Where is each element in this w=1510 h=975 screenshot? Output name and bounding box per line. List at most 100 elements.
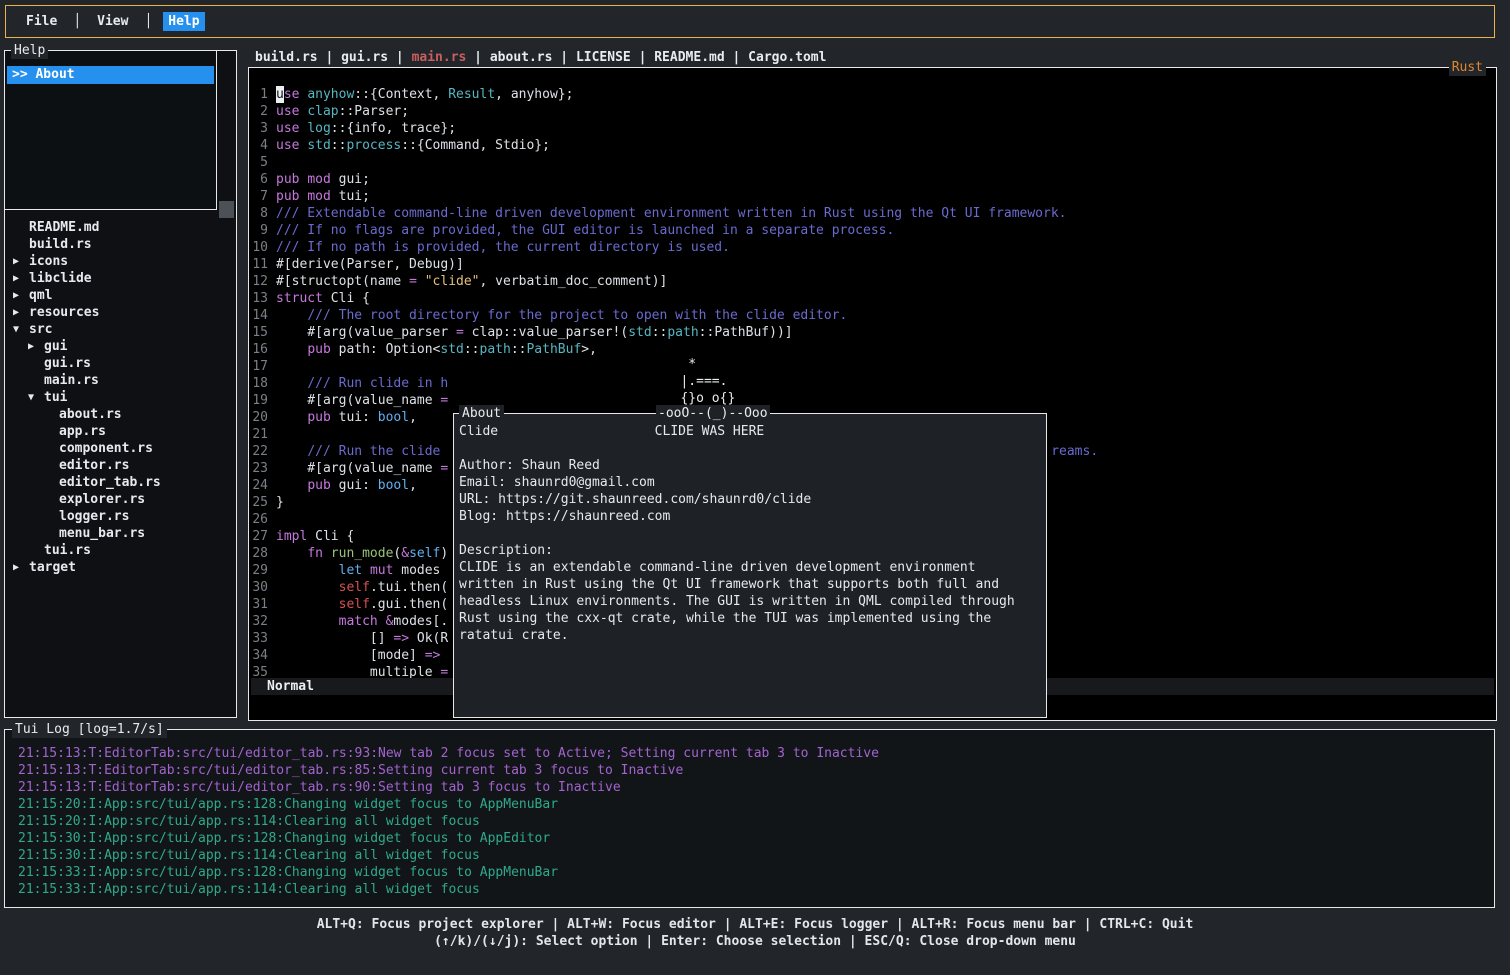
chevron-right-icon: ▶	[13, 253, 19, 270]
line-number: 30	[251, 579, 268, 596]
tree-item-gui-rs[interactable]: gui.rs	[5, 355, 236, 372]
tree-item-gui[interactable]: ▶ gui	[5, 338, 236, 355]
tree-item-tui[interactable]: ▼tui	[5, 389, 236, 406]
menu-separator: │	[144, 13, 152, 30]
menu-item-view[interactable]: View	[92, 12, 133, 31]
chevron-right-icon: ▶	[28, 338, 34, 355]
log-entry: 21:15:20:I:App:src/tui/app.rs:114:Cleari…	[18, 813, 1490, 830]
tree-item-tui-rs[interactable]: tui.rs	[5, 542, 236, 559]
tree-item-explorer-rs[interactable]: explorer.rs	[5, 491, 236, 508]
tree-item-libclide[interactable]: ▶ libclide	[5, 270, 236, 287]
tab-main-rs[interactable]: main.rs	[412, 50, 467, 65]
line-number: 12	[251, 273, 268, 290]
about-popup: About -ooO--(_)--Ooo Clide CLIDE WAS HER…	[453, 413, 1047, 718]
help-dropdown-title: Help	[11, 42, 48, 59]
tree-item-label: component.rs	[59, 440, 153, 457]
tree-item-label: main.rs	[44, 372, 99, 389]
line-number: 14	[251, 307, 268, 324]
chevron-down-icon: ▼	[13, 321, 19, 338]
code-line: 3use log::{info, trace};	[251, 120, 1494, 137]
tree-item-app-rs[interactable]: app.rs	[5, 423, 236, 440]
tree-item-label: app.rs	[59, 423, 106, 440]
log-lines: 21:15:13:T:EditorTab:src/tui/editor_tab.…	[18, 745, 1490, 898]
tree-item-editor_tab-rs[interactable]: editor_tab.rs	[5, 474, 236, 491]
code-line: 5	[251, 154, 1494, 171]
log-entry: 21:15:13:T:EditorTab:src/tui/editor_tab.…	[18, 779, 1490, 796]
code-line: 12#[structopt(name = "clide", verbatim_d…	[251, 273, 1494, 290]
tree-item-target[interactable]: ▶ target	[5, 559, 236, 576]
line-number: 34	[251, 647, 268, 664]
tree-item-label: resources	[29, 304, 99, 321]
tree-item-label: gui	[44, 338, 67, 355]
tab-separator: |	[466, 50, 489, 65]
line-number: 7	[251, 188, 268, 205]
line-number: 19	[251, 392, 268, 409]
tab-separator: |	[318, 50, 341, 65]
tree-item-component-rs[interactable]: component.rs	[5, 440, 236, 457]
tree-item-src[interactable]: ▼src	[5, 321, 236, 338]
tree-item-label: icons	[29, 253, 68, 270]
line-number: 27	[251, 528, 268, 545]
tree-item-icons[interactable]: ▶ icons	[5, 253, 236, 270]
tree-item-qml[interactable]: ▶ qml	[5, 287, 236, 304]
menu-item-file[interactable]: File	[21, 12, 62, 31]
clide-tui-app: File│View│Help README.mdbuild.rs▶icons▶l…	[0, 0, 1510, 975]
tree-item-main-rs[interactable]: main.rs	[5, 372, 236, 389]
code-line: 8/// Extendable command-line driven deve…	[251, 205, 1494, 222]
about-popup-body: Clide CLIDE WAS HERE Author: Shaun Reed …	[459, 423, 1015, 644]
chevron-right-icon: ▶	[13, 287, 19, 304]
chevron-right-icon: ▶	[13, 270, 19, 287]
line-number: 17	[251, 358, 268, 375]
tree-item-label: target	[29, 559, 76, 576]
line-number: 6	[251, 171, 268, 188]
code-line: 13struct Cli {	[251, 290, 1494, 307]
tree-item-label: qml	[29, 287, 52, 304]
line-number: 9	[251, 222, 268, 239]
log-entry: 21:15:13:T:EditorTab:src/tui/editor_tab.…	[18, 762, 1490, 779]
log-panel[interactable]: Tui Log [log=1.7/s] 21:15:13:T:EditorTab…	[4, 729, 1495, 908]
line-number: 10	[251, 239, 268, 256]
explorer-scrollbar-thumb[interactable]	[219, 201, 234, 218]
tree-item-menu_bar-rs[interactable]: menu_bar.rs	[5, 525, 236, 542]
line-number: 21	[251, 426, 268, 443]
tab-README-md[interactable]: README.md	[654, 50, 724, 65]
tree-item-logger-rs[interactable]: logger.rs	[5, 508, 236, 525]
tab-separator: |	[388, 50, 411, 65]
tree-item-label: menu_bar.rs	[59, 525, 145, 542]
tree-item-resources[interactable]: ▶resources	[5, 304, 236, 321]
code-line: 14 /// The root directory for the projec…	[251, 307, 1494, 324]
code-line: 15 #[arg(value_parser = clap::value_pars…	[251, 324, 1494, 341]
tree-item-README-md[interactable]: README.md	[5, 219, 236, 236]
line-number: 32	[251, 613, 268, 630]
tree-item-label: build.rs	[29, 236, 92, 253]
tab-LICENSE[interactable]: LICENSE	[576, 50, 631, 65]
menu-option-about[interactable]: >> About	[7, 66, 214, 84]
tree-item-about-rs[interactable]: about.rs	[5, 406, 236, 423]
line-number: 20	[251, 409, 268, 426]
shortcut-bar: ALT+Q: Focus project explorer | ALT+W: F…	[0, 916, 1510, 950]
menu-bar-items: File│View│Help	[21, 12, 205, 31]
tab-about-rs[interactable]: about.rs	[490, 50, 553, 65]
log-entry: 21:15:33:I:App:src/tui/app.rs:114:Cleari…	[18, 881, 1490, 898]
line-number: 25	[251, 494, 268, 511]
line-number: 16	[251, 341, 268, 358]
tab-build-rs[interactable]: build.rs	[255, 50, 318, 65]
log-entry: 21:15:33:I:App:src/tui/app.rs:128:Changi…	[18, 864, 1490, 881]
language-badge: Rust	[1449, 59, 1486, 76]
tree-item-label: about.rs	[59, 406, 122, 423]
chevron-right-icon: ▶	[13, 559, 19, 576]
tab-Cargo-toml[interactable]: Cargo.toml	[748, 50, 826, 65]
tree-item-label: tui.rs	[44, 542, 91, 559]
tree-item-label: gui.rs	[44, 355, 91, 372]
tab-gui-rs[interactable]: gui.rs	[341, 50, 388, 65]
line-number: 2	[251, 103, 268, 120]
tree-item-build-rs[interactable]: build.rs	[5, 236, 236, 253]
shortcut-line-2: (↑/k)/(↓/j): Select option | Enter: Choo…	[0, 933, 1510, 950]
tree-item-editor-rs[interactable]: editor.rs	[5, 457, 236, 474]
menu-item-help[interactable]: Help	[163, 12, 204, 31]
tree-item-label: editor.rs	[59, 457, 129, 474]
tree-item-label: libclide	[29, 270, 92, 287]
log-entry: 21:15:13:T:EditorTab:src/tui/editor_tab.…	[18, 745, 1490, 762]
code-line: 4use std::process::{Command, Stdio};	[251, 137, 1494, 154]
tree-item-label: editor_tab.rs	[59, 474, 161, 491]
